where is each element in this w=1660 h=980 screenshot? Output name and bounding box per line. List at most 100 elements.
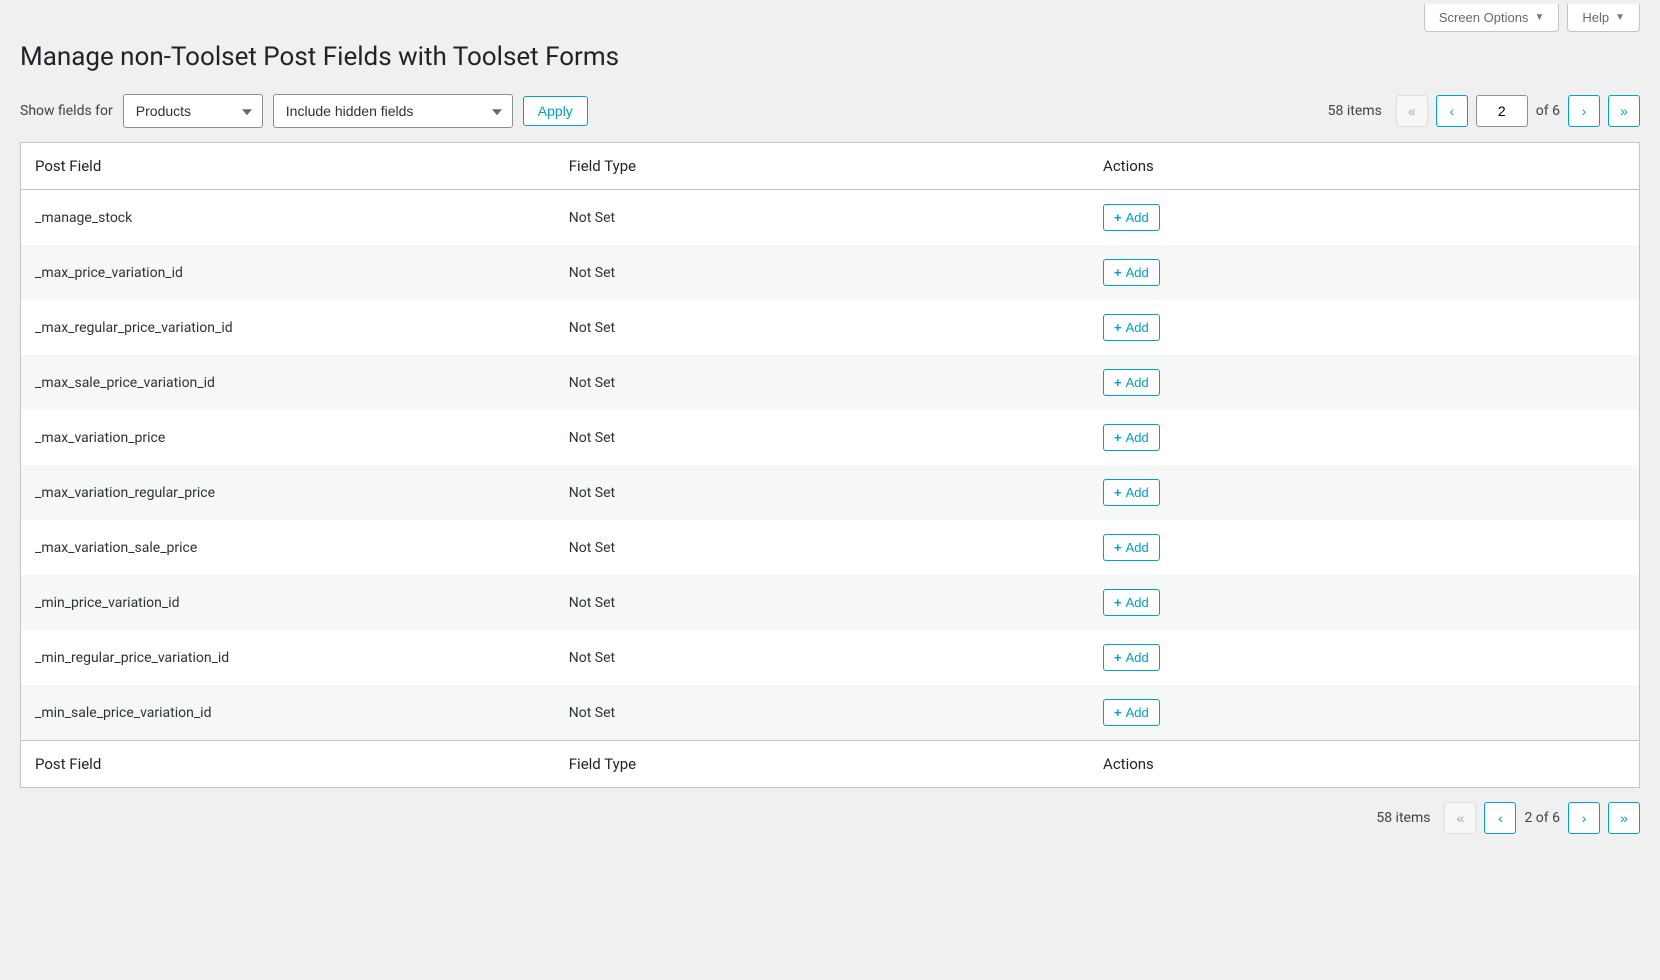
add-button[interactable]: + Add — [1103, 479, 1160, 506]
footer-actions: Actions — [1089, 741, 1639, 788]
add-button[interactable]: + Add — [1103, 699, 1160, 726]
help-tab[interactable]: Help ▼ — [1567, 4, 1640, 32]
add-button[interactable]: + Add — [1103, 644, 1160, 671]
add-label: Add — [1126, 265, 1149, 280]
double-chevron-right-icon: » — [1620, 103, 1628, 119]
field-type-cell: Not Set — [555, 630, 1089, 685]
add-button[interactable]: +Add — [1103, 204, 1160, 231]
post-field-cell: _max_variation_sale_price — [21, 520, 555, 575]
actions-cell: + Add — [1089, 630, 1639, 685]
field-type-cell: Not Set — [555, 410, 1089, 465]
post-field-cell: _max_price_variation_id — [21, 245, 555, 300]
table-row: _min_regular_price_variation_idNot Set+A… — [21, 630, 1640, 685]
chevron-right-icon: › — [1582, 810, 1587, 826]
add-button[interactable]: + Add — [1103, 314, 1160, 341]
screen-options-tab[interactable]: Screen Options ▼ — [1424, 4, 1560, 32]
actions-cell: + Add — [1089, 465, 1639, 520]
caret-down-icon: ▼ — [1615, 12, 1625, 23]
field-type-cell: Not Set — [555, 190, 1089, 246]
post-field-cell: _max_variation_price — [21, 410, 555, 465]
pagination-top: 58 items « ‹ of 6 › » — [1328, 95, 1640, 127]
actions-cell: + Add — [1089, 245, 1639, 300]
add-label: Add — [1126, 705, 1149, 720]
table-row: _max_variation_sale_priceNot Set +Add — [21, 520, 1640, 575]
table-row: _max_price_variation_idNot Set + Add — [21, 245, 1640, 300]
actions-cell: + Add — [1089, 685, 1639, 741]
last-page-button-bottom[interactable]: » — [1608, 802, 1640, 834]
actions-cell: + Add — [1089, 355, 1639, 410]
table-row: _min_sale_price_variation_idNot Set + Add — [21, 685, 1640, 741]
table-row: _max_sale_price_variation_idNot Set+Add — [21, 355, 1640, 410]
plus-icon: + — [1114, 485, 1122, 500]
field-type-cell: Not Set — [555, 685, 1089, 741]
plus-icon: + — [1114, 705, 1122, 720]
add-button[interactable]: + Add — [1103, 259, 1160, 286]
add-button[interactable]: + Add — [1103, 369, 1160, 396]
plus-icon: + — [1114, 375, 1122, 390]
add-label: Add — [1126, 540, 1149, 555]
filter-label: Show fields for — [20, 103, 113, 119]
plus-icon: + — [1114, 595, 1122, 610]
post-type-select[interactable]: Products — [123, 94, 263, 128]
current-page-input[interactable] — [1476, 95, 1528, 127]
actions-cell: +Add — [1089, 410, 1639, 465]
post-field-cell: _max_regular_price_variation_id — [21, 300, 555, 355]
chevron-left-icon: ‹ — [1498, 810, 1503, 826]
add-label: Add — [1126, 650, 1149, 665]
page-of-text: of 6 — [1536, 103, 1560, 119]
field-type-cell: Not Set — [555, 520, 1089, 575]
field-type-cell: Not Set — [555, 465, 1089, 520]
first-page-button-bottom: « — [1444, 802, 1476, 834]
add-label: Add — [1126, 595, 1149, 610]
apply-button[interactable]: Apply — [523, 96, 588, 126]
add-button[interactable]: +Add — [1103, 534, 1160, 561]
field-type-cell: Not Set — [555, 300, 1089, 355]
next-page-button[interactable]: › — [1568, 95, 1600, 127]
add-label: Add — [1126, 375, 1149, 390]
post-field-cell: _min_sale_price_variation_id — [21, 685, 555, 741]
header-actions: Actions — [1089, 143, 1639, 190]
add-button[interactable]: + Add — [1103, 589, 1160, 616]
items-count-bottom: 58 items — [1376, 810, 1430, 826]
next-page-button-bottom[interactable]: › — [1568, 802, 1600, 834]
last-page-button[interactable]: » — [1608, 95, 1640, 127]
header-field-type: Field Type — [555, 143, 1089, 190]
footer-field-type: Field Type — [555, 741, 1089, 788]
page-title: Manage non-Toolset Post Fields with Tool… — [20, 42, 1640, 72]
table-row: _manage_stockNot Set +Add — [21, 190, 1640, 246]
post-field-cell: _max_variation_regular_price — [21, 465, 555, 520]
table-row: _min_price_variation_idNot Set + Add — [21, 575, 1640, 630]
items-count: 58 items — [1328, 103, 1382, 119]
caret-down-icon: ▼ — [1534, 12, 1544, 23]
prev-page-button[interactable]: ‹ — [1436, 95, 1468, 127]
hidden-fields-select[interactable]: Include hidden fields — [273, 94, 513, 128]
post-field-cell: _max_sale_price_variation_id — [21, 355, 555, 410]
plus-icon: + — [1114, 650, 1122, 665]
plus-icon: + — [1114, 265, 1122, 280]
screen-options-label: Screen Options — [1439, 10, 1529, 25]
actions-cell: + Add — [1089, 300, 1639, 355]
prev-page-button-bottom[interactable]: ‹ — [1484, 802, 1516, 834]
add-label: Add — [1126, 320, 1149, 335]
footer-post-field: Post Field — [21, 741, 555, 788]
table-row: _max_regular_price_variation_idNot Set + A… — [21, 300, 1640, 355]
header-post-field: Post Field — [21, 143, 555, 190]
plus-icon: + — [1114, 320, 1122, 335]
actions-cell: +Add — [1089, 520, 1639, 575]
chevron-right-icon: › — [1582, 103, 1587, 119]
add-label: Add — [1126, 485, 1149, 500]
double-chevron-left-icon: « — [1457, 810, 1465, 826]
double-chevron-left-icon: « — [1408, 103, 1416, 119]
plus-icon: + — [1114, 210, 1122, 225]
table-row: _max_variation_regular_priceNot Set + Add — [21, 465, 1640, 520]
table-row: _max_variation_priceNot Set +Add — [21, 410, 1640, 465]
double-chevron-right-icon: » — [1620, 810, 1628, 826]
apply-label: Apply — [538, 103, 573, 119]
chevron-left-icon: ‹ — [1449, 103, 1454, 119]
field-type-cell: Not Set — [555, 575, 1089, 630]
field-type-cell: Not Set — [555, 245, 1089, 300]
post-field-cell: _min_price_variation_id — [21, 575, 555, 630]
add-button[interactable]: +Add — [1103, 424, 1160, 451]
post-field-cell: _manage_stock — [21, 190, 555, 246]
fields-table: Post Field Field Type Actions _manage_st… — [20, 142, 1640, 788]
